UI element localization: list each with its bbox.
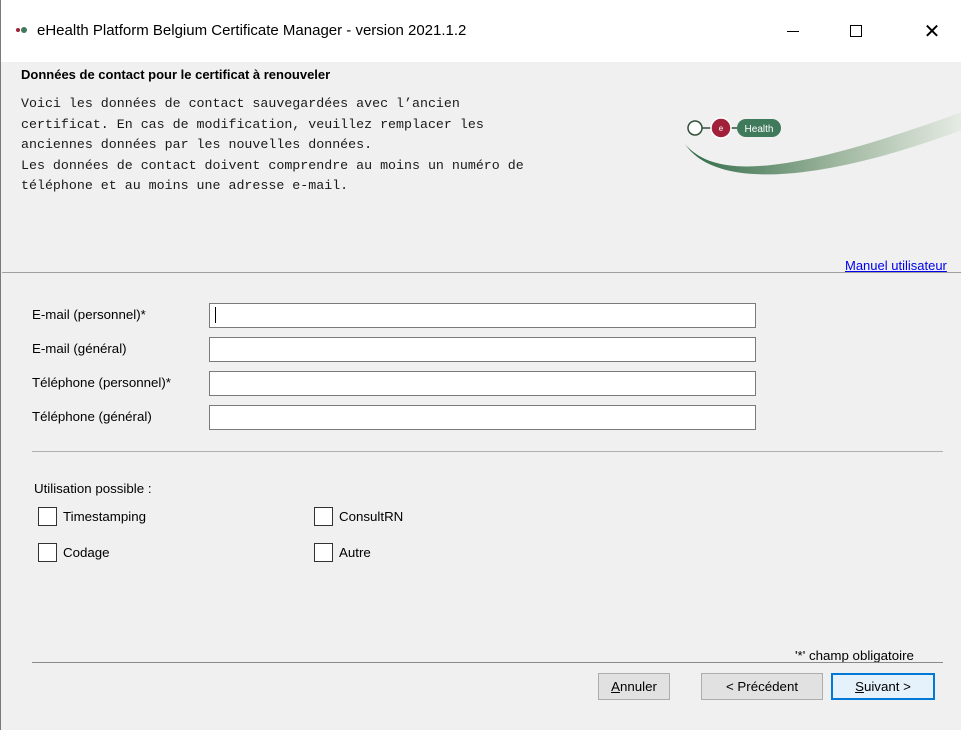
minimize-icon	[787, 30, 799, 32]
checkbox-box[interactable]	[38, 506, 57, 526]
checkbox-label: ConsultRN	[339, 508, 404, 524]
phone-general-field[interactable]	[209, 405, 756, 430]
previous-button[interactable]: < Précédent	[701, 673, 823, 700]
text-caret	[215, 307, 216, 323]
email-personal-label: E-mail (personnel)*	[32, 307, 146, 322]
form-divider	[32, 451, 943, 452]
email-general-field[interactable]	[209, 337, 756, 362]
checkbox-label: Autre	[339, 544, 371, 560]
next-button[interactable]: Suivant >	[831, 673, 935, 700]
ehealth-logo: e Health	[685, 112, 961, 175]
email-personal-field[interactable]	[209, 303, 756, 328]
app-icon	[16, 25, 30, 35]
cancel-label: nnuler	[619, 679, 657, 694]
header-panel: Données de contact pour le certificat à …	[2, 62, 961, 273]
checkbox-autre[interactable]: Autre	[314, 542, 371, 562]
usage-label: Utilisation possible :	[34, 481, 152, 496]
checkbox-timestamping[interactable]: Timestamping	[38, 506, 146, 526]
checkbox-label: Codage	[63, 544, 110, 560]
certificate-manager-window: eHealth Platform Belgium Certificate Man…	[0, 0, 961, 730]
page-description: Voici les données de contact sauvegardée…	[21, 96, 524, 193]
checkbox-box[interactable]	[38, 542, 57, 562]
close-button[interactable]: ✕	[909, 0, 955, 62]
maximize-icon	[850, 25, 862, 37]
checkbox-codage[interactable]: Codage	[38, 542, 110, 562]
phone-personal-label: Téléphone (personnel)*	[32, 375, 171, 390]
phone-personal-field[interactable]	[209, 371, 756, 396]
checkbox-box[interactable]	[314, 542, 333, 562]
svg-text:e: e	[719, 124, 724, 133]
required-field-note: '*' champ obligatoire	[795, 648, 914, 663]
email-general-label: E-mail (général)	[32, 341, 127, 356]
checkbox-label: Timestamping	[63, 508, 147, 524]
window-title: eHealth Platform Belgium Certificate Man…	[37, 22, 467, 39]
phone-general-label: Téléphone (général)	[32, 409, 152, 424]
cancel-button[interactable]: Annuler	[598, 673, 670, 700]
title-bar: eHealth Platform Belgium Certificate Man…	[1, 0, 961, 62]
page-title: Données de contact pour le certificat à …	[21, 67, 331, 82]
footer-divider	[32, 662, 943, 663]
checkbox-consultrn[interactable]: ConsultRN	[314, 506, 403, 526]
logo-text: Health	[745, 124, 774, 135]
minimize-button[interactable]	[770, 0, 816, 62]
checkbox-box[interactable]	[314, 506, 333, 526]
next-mnemonic: S	[855, 679, 864, 694]
user-manual-link[interactable]: Manuel utilisateur	[845, 258, 947, 273]
cancel-mnemonic: A	[611, 679, 620, 694]
next-label: uivant >	[863, 679, 911, 694]
close-icon: ✕	[923, 19, 941, 43]
maximize-button[interactable]	[833, 0, 879, 62]
